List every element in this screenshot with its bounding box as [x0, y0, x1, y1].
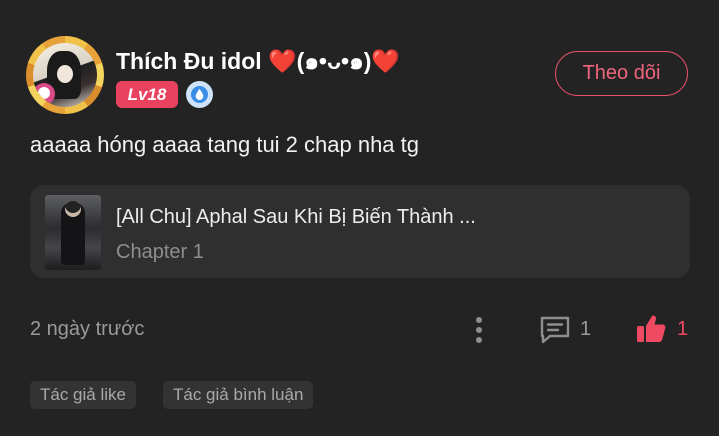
username[interactable]: Thích Đu idol ❤️(๑•ᴗ•๑)❤️	[116, 44, 400, 80]
story-chapter: Chapter 1	[116, 241, 204, 263]
more-vertical-icon[interactable]	[470, 314, 488, 346]
follow-button[interactable]: Theo dõi	[555, 51, 688, 96]
user-avatar[interactable]	[26, 36, 104, 114]
avatar-face	[57, 65, 73, 83]
level-badge: Lv18	[116, 81, 178, 108]
reply-count: 1	[580, 318, 592, 340]
thumbs-up-icon[interactable]	[634, 312, 668, 346]
avatar-image	[33, 43, 97, 107]
like-count: 1	[677, 318, 689, 340]
story-title: [All Chu] Aphal Sau Khi Bị Biến Thành ..…	[116, 206, 476, 228]
story-thumbnail	[45, 195, 101, 270]
tag-author-like[interactable]: Tác giả like	[30, 381, 136, 409]
thumbnail-head	[65, 201, 81, 217]
tag-author-comment[interactable]: Tác giả bình luận	[163, 381, 314, 409]
story-card[interactable]: [All Chu] Aphal Sau Khi Bị Biến Thành ..…	[30, 185, 690, 278]
avatar-clown-decoration	[33, 83, 55, 105]
comment-timestamp: 2 ngày trước	[30, 318, 145, 340]
comment-bubble-icon[interactable]	[538, 314, 572, 346]
comment-text: aaaaa hóng aaaa tang tui 2 chap nha tg	[30, 132, 420, 157]
verified-droplet-icon	[186, 81, 213, 108]
